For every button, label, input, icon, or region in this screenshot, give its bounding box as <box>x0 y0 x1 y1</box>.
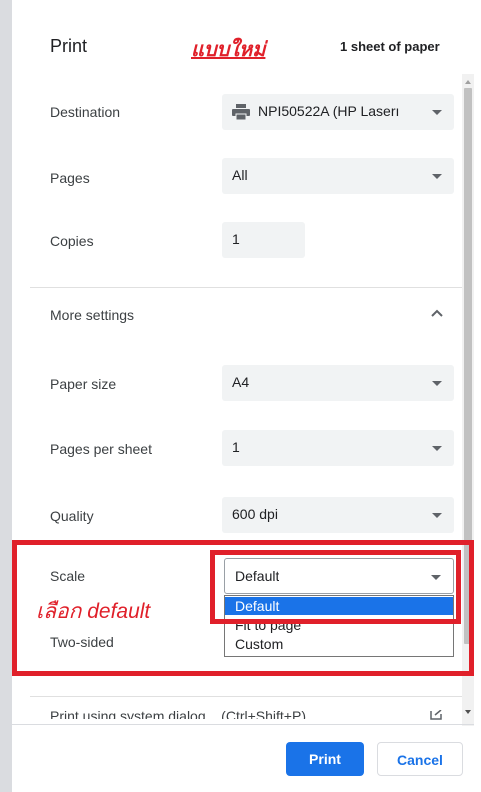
chevron-down-icon <box>432 174 442 179</box>
chevron-down-icon <box>432 381 442 386</box>
chevron-up-icon[interactable] <box>431 309 443 317</box>
scroll-up-arrow[interactable] <box>465 80 471 84</box>
copies-input[interactable]: 1 <box>222 222 305 258</box>
destination-label: Destination <box>50 104 121 120</box>
divider <box>30 696 462 697</box>
paper-size-select[interactable]: A4 <box>222 365 454 401</box>
scroll-down-arrow[interactable] <box>465 710 471 714</box>
sheet-count: 1 sheet of paper <box>340 39 440 54</box>
annotation-choose-default: เลือก default <box>36 600 151 623</box>
destination-select[interactable]: NPI50522A (HP Laserı <box>222 94 454 130</box>
cancel-button[interactable]: Cancel <box>377 742 463 776</box>
pages-value: All <box>232 167 248 183</box>
destination-value: NPI50522A (HP Laserı <box>258 103 400 119</box>
divider <box>30 287 462 288</box>
quality-value: 600 dpi <box>232 506 278 522</box>
annotation-new-version: แบบใหม่ <box>191 39 266 61</box>
pages-select[interactable]: All <box>222 158 454 194</box>
open-external-icon[interactable] <box>430 710 442 720</box>
page-title: Print <box>50 36 88 56</box>
paper-size-value: A4 <box>232 374 250 390</box>
copies-value: 1 <box>232 231 240 247</box>
quality-select[interactable]: 600 dpi <box>222 497 454 533</box>
pages-per-sheet-select[interactable]: 1 <box>222 430 454 466</box>
printer-icon <box>232 104 250 120</box>
annotation-inner-box <box>210 550 461 624</box>
chevron-down-icon <box>432 446 442 451</box>
pages-per-sheet-label: Pages per sheet <box>50 441 152 457</box>
chevron-down-icon <box>432 110 442 115</box>
system-dialog-label: Print using system dialog... (Ctrl+Shift… <box>50 708 306 719</box>
paper-size-label: Paper size <box>50 376 117 392</box>
system-dialog-row[interactable]: Print using system dialog... (Ctrl+Shift… <box>50 708 430 719</box>
more-settings-label[interactable]: More settings <box>50 307 134 323</box>
print-button[interactable]: Print <box>286 742 364 776</box>
chevron-down-icon <box>432 513 442 518</box>
copies-label: Copies <box>50 233 94 249</box>
footer-divider <box>12 724 474 725</box>
pages-label: Pages <box>50 170 90 186</box>
quality-label: Quality <box>50 508 94 524</box>
pages-per-sheet-value: 1 <box>232 439 240 455</box>
left-border <box>0 0 12 792</box>
